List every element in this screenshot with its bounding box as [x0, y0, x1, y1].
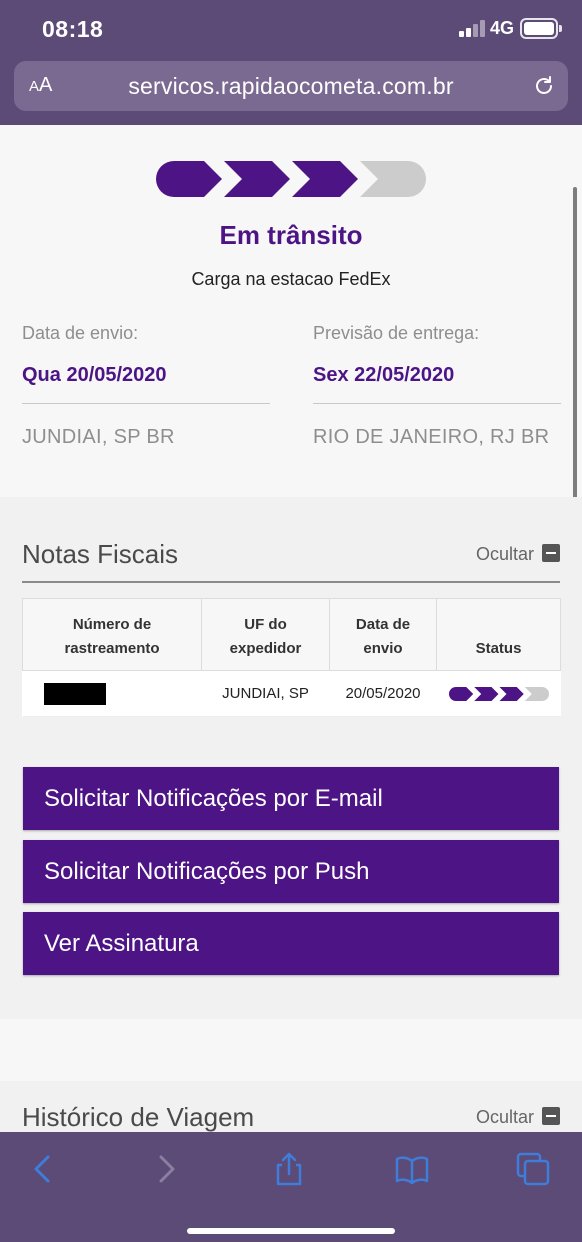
reload-icon[interactable]	[532, 74, 556, 98]
shipment-status-detail: Carga na estacao FedEx	[191, 269, 391, 289]
divider	[22, 403, 270, 404]
send-date: Qua 20/05/2020	[22, 364, 167, 386]
historico-hide-toggle[interactable]: Ocultar	[476, 1107, 560, 1128]
progress-step-complete	[473, 687, 498, 702]
notas-hide-toggle[interactable]: Ocultar	[476, 544, 560, 565]
email-notifications-button[interactable]: Solicitar Notificações por E-mail	[23, 767, 559, 830]
uf-cell: JUNDIAI, SP	[201, 670, 330, 717]
progress-step-complete	[156, 161, 222, 197]
notas-header: Notas Fiscais Ocultar	[22, 537, 560, 577]
bookmarks-icon[interactable]	[395, 1152, 429, 1186]
status-bar: 08:18 4G	[0, 0, 582, 56]
hide-label: Ocultar	[475, 1107, 534, 1127]
section-gap	[0, 1019, 582, 1081]
collapse-icon	[542, 1107, 560, 1125]
status-time: 08:18	[42, 16, 104, 42]
notas-divider	[22, 581, 560, 583]
progress-step-pending	[360, 161, 426, 197]
progress-step-complete	[224, 161, 290, 197]
delivery-city: RIO DE JANEIRO, RJ BR	[313, 426, 550, 448]
table-row[interactable]: JUNDIAI, SP 20/05/2020	[22, 670, 561, 717]
signal-icon	[459, 20, 487, 37]
shipment-status-title: Em trânsito	[219, 220, 363, 250]
send-date-label: Data de envio:	[22, 323, 139, 343]
network-type: 4G	[490, 18, 515, 38]
share-icon[interactable]	[272, 1152, 306, 1186]
url-text[interactable]: servicos.rapidaocometa.com.br	[14, 73, 568, 100]
tabs-icon[interactable]	[516, 1152, 550, 1186]
progress-step-complete	[499, 687, 524, 702]
date-cell: 20/05/2020	[329, 670, 437, 717]
col-uf-expedidor: UF do expedidor	[201, 598, 330, 671]
delivery-date-label: Previsão de entrega:	[313, 323, 480, 343]
forward-icon[interactable]	[149, 1152, 183, 1186]
table-header-row: Número de rastreamento UF do expedidor D…	[22, 598, 561, 671]
hide-label: Ocultar	[475, 544, 534, 564]
col-status: Status	[436, 598, 561, 671]
back-icon[interactable]	[26, 1152, 60, 1186]
send-city: JUNDIAI, SP BR	[22, 426, 175, 448]
shipment-progress	[156, 161, 426, 197]
browser-top-chrome: 08:18 4G AA servicos.rapidaocometa.com.b…	[0, 0, 582, 125]
divider	[313, 403, 561, 404]
delivery-date: Sex 22/05/2020	[313, 364, 455, 386]
historico-title: Histórico de Viagem	[22, 1102, 255, 1132]
push-notifications-button[interactable]: Solicitar Notificações por Push	[23, 840, 559, 903]
historico-header: Histórico de Viagem Ocultar	[22, 1100, 560, 1132]
battery-icon	[520, 18, 562, 39]
progress-step-pending	[524, 687, 549, 702]
row-status-progress	[448, 687, 549, 702]
delivery-info: Previsão de entrega: Sex 22/05/2020 RIO …	[313, 323, 561, 452]
collapse-icon	[542, 544, 560, 562]
progress-step-complete	[448, 687, 473, 702]
page-content: Em trânsito Carga na estacao FedEx Data …	[0, 125, 582, 1132]
progress-step-complete	[292, 161, 358, 197]
browser-toolbar	[0, 1132, 582, 1242]
col-send-date: Data de envio	[329, 598, 437, 671]
redacted-tracking-number	[44, 682, 106, 705]
home-indicator[interactable]	[187, 1228, 395, 1234]
notas-table: Número de rastreamento UF do expedidor D…	[22, 598, 561, 717]
col-tracking-number: Número de rastreamento	[22, 598, 202, 671]
tracking-number-cell[interactable]	[22, 670, 202, 717]
status-cell	[436, 670, 561, 717]
view-signature-button[interactable]: Ver Assinatura	[23, 912, 559, 975]
address-bar[interactable]: AA servicos.rapidaocometa.com.br	[14, 61, 568, 111]
send-info: Data de envio: Qua 20/05/2020 JUNDIAI, S…	[22, 323, 270, 452]
notas-title: Notas Fiscais	[22, 539, 179, 569]
